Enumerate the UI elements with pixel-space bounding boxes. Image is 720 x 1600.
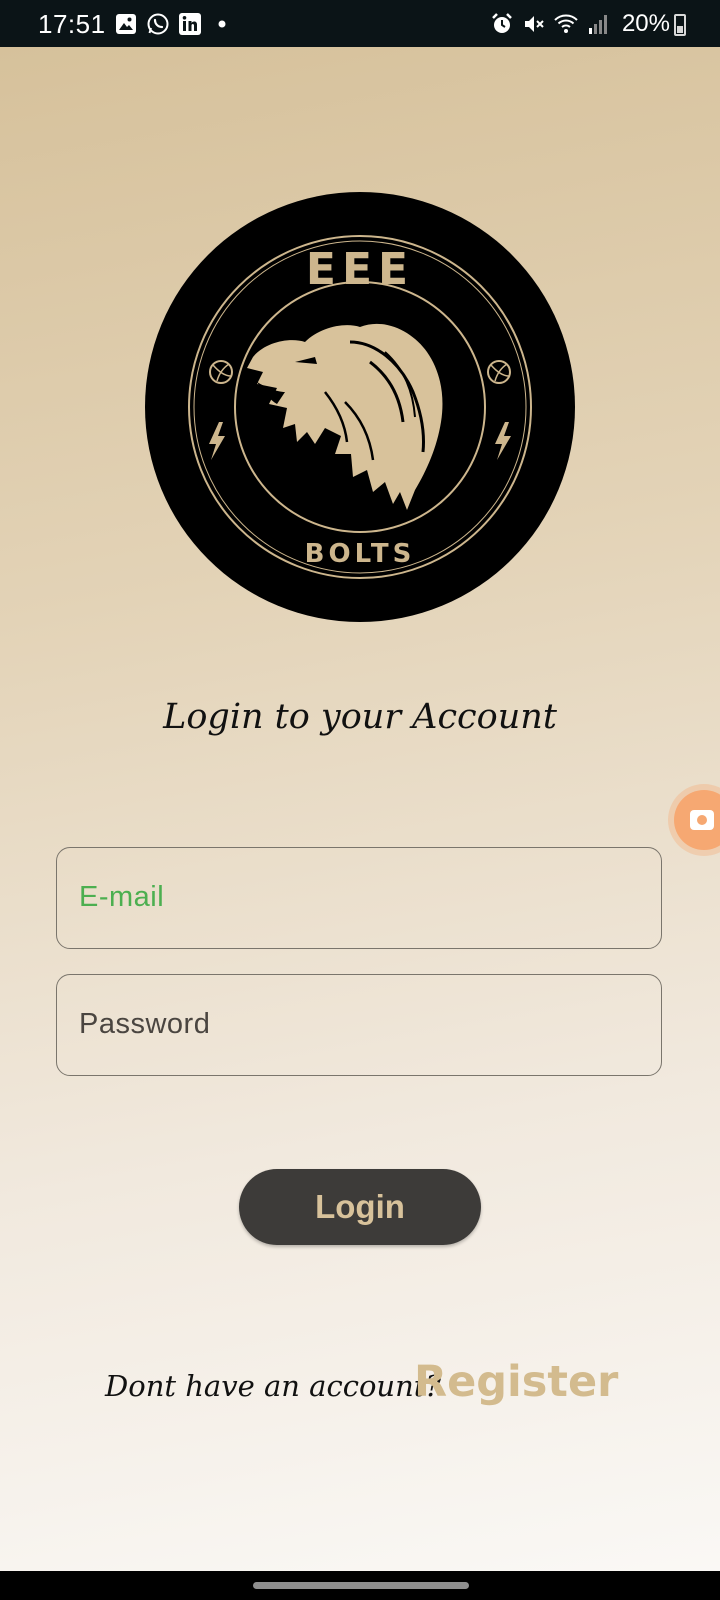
- password-field[interactable]: Password: [56, 974, 662, 1076]
- mute-icon: [524, 16, 544, 32]
- volleyball-icon: [209, 360, 233, 384]
- lightning-icon: [209, 422, 225, 460]
- register-prompt: Dont have an account?: [105, 1369, 441, 1403]
- logo-top-text: EEE: [306, 244, 414, 295]
- notification-icons: [114, 12, 234, 36]
- logo-emblem: EEE BOLTS: [188, 235, 532, 579]
- home-gesture-handle[interactable]: [253, 1582, 469, 1589]
- status-bar: 17:51 20%: [0, 0, 720, 47]
- app-content: EEE BOLTS Login to your Account E-mail P…: [0, 47, 720, 1571]
- login-screen: 17:51 20% EEE BOLTS Login to your Accoun…: [0, 0, 720, 1600]
- gallery-icon: [116, 14, 136, 34]
- signal-icon: [588, 15, 607, 34]
- volleyball-icon: [487, 360, 511, 384]
- wifi-icon: [554, 14, 578, 33]
- lion-icon: [247, 323, 443, 510]
- password-placeholder: Password: [79, 1008, 211, 1040]
- system-icons: 20%: [490, 10, 670, 38]
- battery-level: 20%: [621, 10, 670, 37]
- whatsapp-icon: [147, 13, 169, 35]
- login-button[interactable]: Login: [239, 1169, 481, 1245]
- camera-icon: [690, 810, 714, 830]
- navigation-bar: [0, 1571, 720, 1600]
- logo-bottom-text: BOLTS: [305, 539, 416, 569]
- battery-icon: [674, 14, 686, 36]
- linkedin-icon: [179, 13, 201, 35]
- email-placeholder: E-mail: [79, 881, 165, 913]
- email-field[interactable]: E-mail: [56, 847, 662, 949]
- status-time: 17:51: [38, 9, 106, 39]
- page-title: Login to your Account: [163, 697, 557, 737]
- register-row: Dont have an account? Register: [0, 1357, 720, 1417]
- register-link[interactable]: Register: [414, 1357, 618, 1407]
- dot-icon: [218, 20, 226, 28]
- alarm-icon: [492, 13, 512, 33]
- team-logo: EEE BOLTS: [145, 192, 575, 622]
- lightning-icon: [495, 422, 511, 460]
